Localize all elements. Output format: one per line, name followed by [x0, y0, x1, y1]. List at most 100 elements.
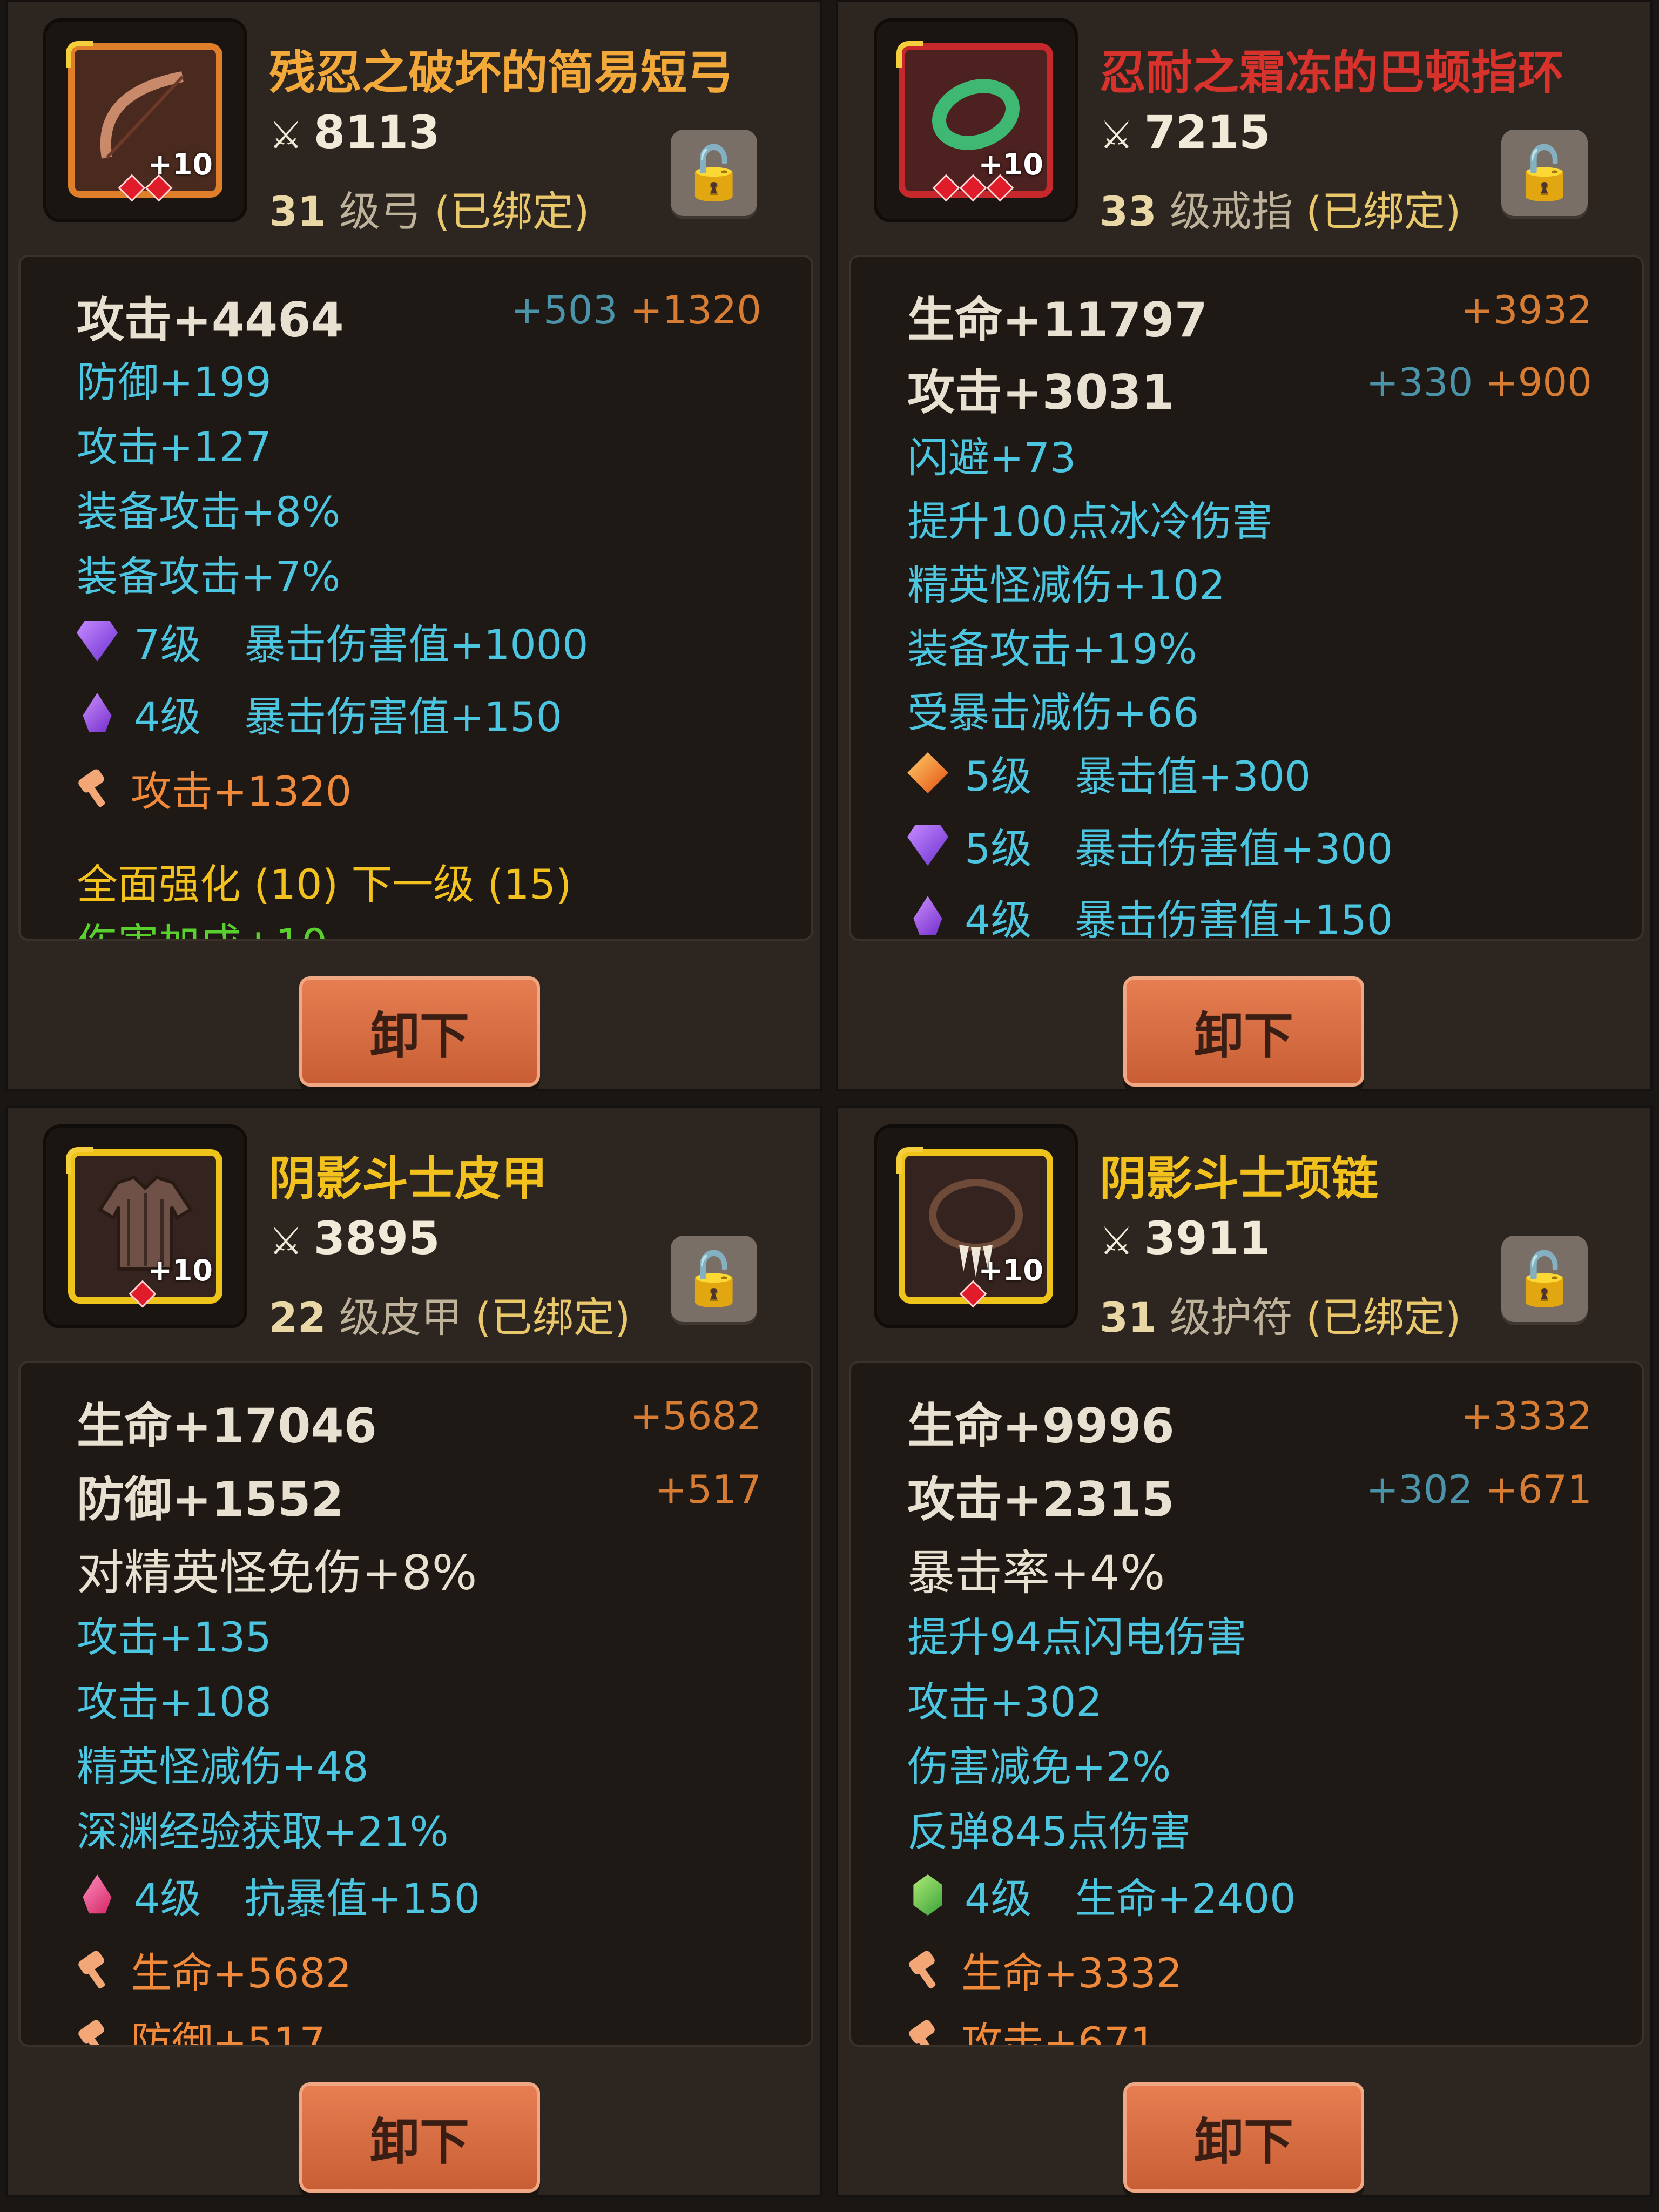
enhance-level-badge: +10 [147, 1253, 213, 1287]
item-power: ⚔ 8113 [269, 106, 440, 159]
stat-bonus: +330 +900 [1366, 360, 1592, 405]
main-stat: 生命+11797 [907, 292, 1208, 348]
item-card-bow: +10 残忍之破坏的简易短弓 ⚔ 8113 31 级弓 (已绑定) 🔓 攻击+44… [5, 0, 822, 1091]
stat-bonus: +3932 [1460, 287, 1592, 333]
socket-gems [959, 1280, 987, 1308]
hammer-icon [77, 769, 114, 807]
gem-row: 7级 暴击伤害值+1000 [77, 611, 588, 671]
item-level: 33 级戒指 (已绑定) [1100, 178, 1461, 238]
red-socket-icon [959, 1280, 987, 1308]
bound-status: (已绑定) [1306, 187, 1461, 235]
item-power: ⚔ 3911 [1100, 1212, 1271, 1265]
bound-status: (已绑定) [434, 187, 590, 235]
unequip-button[interactable]: 卸下 [1123, 976, 1364, 1087]
stat-bonus: +517 [655, 1467, 761, 1512]
forge-row: 防御+517 [77, 2009, 326, 2045]
enhance-info: 全面强化 (10) 下一级 (15) [77, 860, 572, 908]
item-name: 残忍之破坏的简易短弓 [269, 46, 733, 100]
sub-stat: 提升100点冰冷伤害 [907, 497, 1273, 545]
sub-stat: 防御+199 [77, 358, 272, 406]
bound-status: (已绑定) [1306, 1293, 1461, 1341]
lock-icon[interactable]: 🔓 [671, 1236, 757, 1322]
purple-drop-gem-icon [83, 693, 112, 732]
gem-row: 4级 生命+2400 [907, 1865, 1296, 1925]
main-stat: 攻击+2315 [907, 1472, 1175, 1527]
frame-corner-decoration [66, 1147, 93, 1174]
main-stat: 生命+9996 [907, 1398, 1175, 1454]
sub-stat: 深渊经验获取+21% [77, 1808, 449, 1856]
hammer-icon [907, 1951, 945, 1988]
red-socket-icon [959, 174, 987, 202]
frame-corner-decoration [66, 41, 93, 68]
purple-gem-icon [907, 825, 948, 866]
main-stat: 生命+17046 [77, 1398, 377, 1454]
item-name: 忍耐之霜冻的巴顿指环 [1100, 46, 1564, 100]
power-value: 3911 [1144, 1212, 1271, 1265]
stat-bonus: +3332 [1460, 1393, 1592, 1439]
red-socket-icon [129, 1280, 157, 1308]
stat-bonus: +302 +671 [1366, 1467, 1592, 1512]
item-card-ring: +10 忍耐之霜冻的巴顿指环 ⚔ 7215 33 级戒指 (已绑定) 🔓 生命+1… [836, 0, 1653, 1091]
gem-row: 5级 暴击值+300 [907, 743, 1311, 802]
hammer-icon [907, 2020, 945, 2045]
sub-stat: 精英怪减伤+102 [907, 561, 1225, 609]
level-number: 31 [269, 187, 326, 235]
item-type: 级弓 [339, 187, 421, 235]
stat-bonus: +5682 [630, 1393, 761, 1439]
stats-panel[interactable]: 生命+17046 +5682 防御+1552 +517 对精英怪免伤+8% 攻击… [18, 1361, 813, 2047]
item-type: 级戒指 [1169, 187, 1293, 235]
red-socket-icon [932, 174, 960, 202]
unequip-button[interactable]: 卸下 [1123, 2082, 1364, 2193]
forge-row: 生命+5682 [77, 1940, 352, 1999]
stats-panel[interactable]: 生命+9996 +3332 攻击+2315 +302 +671 暴击率+4% 提… [849, 1361, 1644, 2047]
gem-row: 4级 暴击伤害值+150 [77, 684, 562, 743]
red-socket-icon [986, 174, 1014, 202]
sub-stat: 装备攻击+19% [907, 625, 1197, 673]
red-socket-icon [145, 174, 173, 202]
stats-panel[interactable]: 生命+11797 +3932 攻击+3031 +330 +900 闪避+73 提… [849, 255, 1644, 941]
socket-gems [118, 174, 173, 202]
sub-stat: 提升94点闪电伤害 [907, 1613, 1247, 1661]
item-name: 阴影斗士项链 [1100, 1152, 1378, 1206]
main-stat: 防御+1552 [77, 1472, 344, 1527]
sub-stat: 装备攻击+7% [77, 552, 341, 601]
item-level: 31 级弓 (已绑定) [269, 178, 589, 238]
stats-panel[interactable]: 攻击+4464 +503 +1320 防御+199 攻击+127 装备攻击+8%… [18, 255, 813, 941]
hammer-icon [77, 2020, 114, 2045]
lock-icon[interactable]: 🔓 [671, 130, 757, 216]
item-name: 阴影斗士皮甲 [269, 1152, 548, 1206]
power-value: 7215 [1144, 106, 1271, 159]
lock-icon[interactable]: 🔓 [1501, 1236, 1588, 1322]
main-stat: 暴击率+4% [907, 1545, 1165, 1601]
unequip-button[interactable]: 卸下 [299, 2082, 540, 2193]
forge-row: 攻击+671 [907, 2009, 1156, 2045]
sub-stat: 攻击+302 [907, 1678, 1102, 1726]
sub-stat: 精英怪减伤+48 [77, 1743, 369, 1791]
sub-stat: 闪避+73 [907, 434, 1076, 482]
sub-stat: 伤害减免+2% [907, 1743, 1171, 1791]
green-gem-icon [913, 1874, 942, 1916]
socket-gems [932, 174, 1014, 202]
sub-stat: 装备攻击+8% [77, 488, 341, 536]
red-socket-icon [118, 174, 146, 202]
sub-stat: 攻击+135 [77, 1613, 272, 1661]
hammer-icon [77, 1951, 114, 1988]
pink-gem-icon [83, 1874, 112, 1914]
main-stat: 攻击+4464 [77, 292, 344, 348]
level-number: 22 [269, 1293, 326, 1341]
sub-stat: 受暴击减伤+66 [907, 689, 1199, 737]
purple-drop-gem-icon [913, 896, 942, 935]
item-icon-frame[interactable]: +10 [46, 1128, 244, 1325]
power-value: 3895 [313, 1212, 440, 1265]
sub-stat: 攻击+108 [77, 1678, 272, 1726]
stat-bonus: +503 +1320 [510, 287, 761, 333]
item-level: 22 级皮甲 (已绑定) [269, 1284, 630, 1344]
item-icon-frame[interactable]: +10 [877, 1128, 1075, 1325]
level-number: 33 [1100, 187, 1157, 235]
item-card-armor: +10 阴影斗士皮甲 ⚔ 3895 22 级皮甲 (已绑定) 🔓 生命+17046… [5, 1106, 822, 2197]
lock-icon[interactable]: 🔓 [1501, 130, 1588, 216]
item-icon-frame[interactable]: +10 [46, 22, 244, 219]
bound-status: (已绑定) [475, 1293, 631, 1341]
item-icon-frame[interactable]: +10 [877, 22, 1075, 219]
unequip-button[interactable]: 卸下 [299, 976, 540, 1087]
